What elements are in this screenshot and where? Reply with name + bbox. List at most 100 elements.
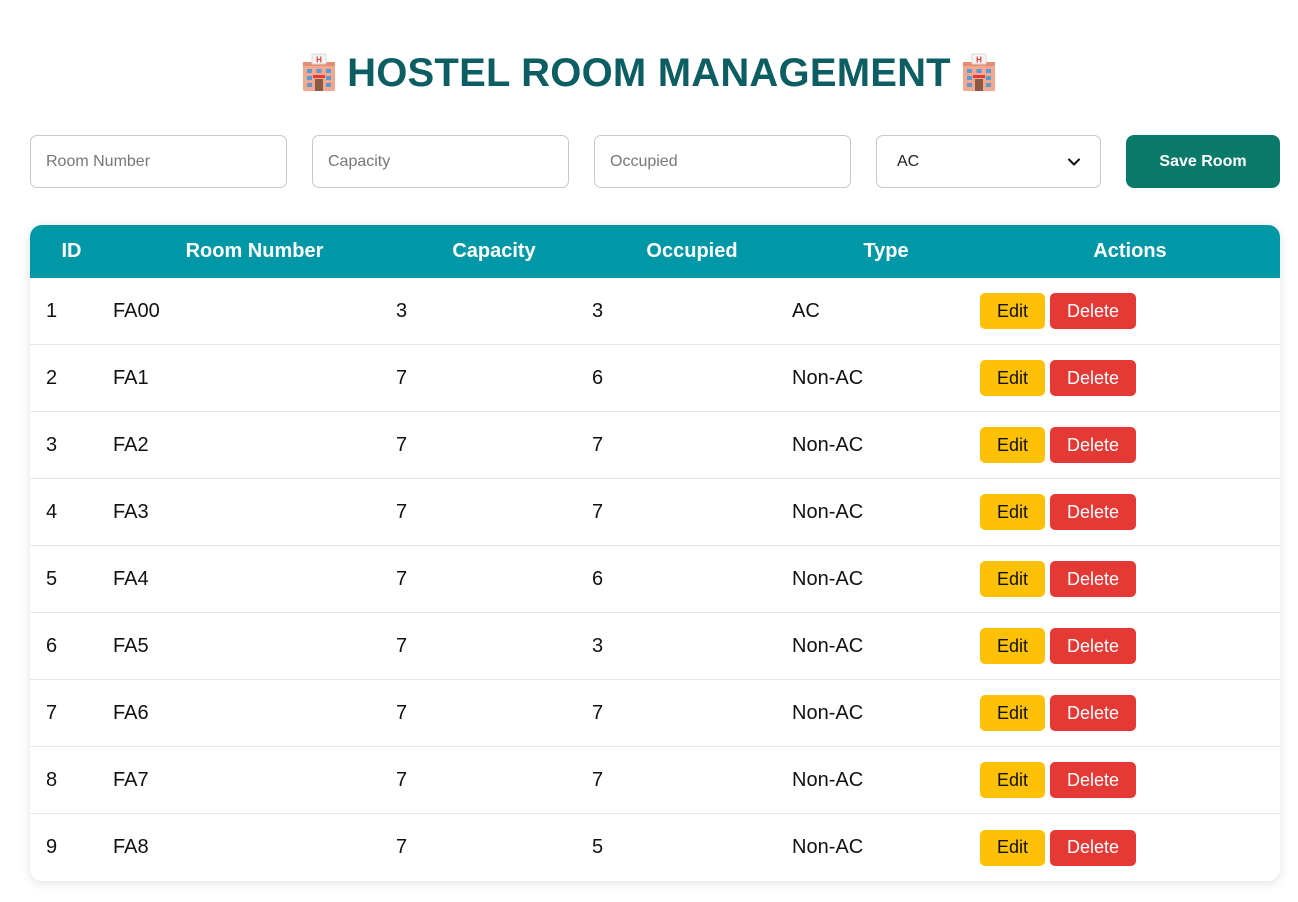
- cell-room-number: FA6: [113, 701, 149, 724]
- cell-room-number: FA00: [113, 299, 160, 322]
- cell-actions: Edit Delete: [980, 762, 1280, 798]
- column-header-room-number: Room Number: [185, 240, 324, 262]
- cell-id: 3: [46, 433, 58, 456]
- cell-actions: Edit Delete: [980, 695, 1280, 731]
- cell-capacity: 7: [396, 634, 408, 657]
- column-header-occupied: Occupied: [646, 240, 738, 262]
- cell-type: Non-AC: [792, 500, 864, 523]
- cell-occupied: 6: [592, 366, 604, 389]
- cell-type: Non-AC: [792, 701, 864, 724]
- cell-room-number: FA2: [113, 433, 149, 456]
- delete-button[interactable]: Delete: [1050, 762, 1136, 798]
- cell-capacity: 7: [396, 366, 408, 389]
- table-row: 3 FA2 7 7 Non-AC Edit Delete: [30, 412, 1280, 479]
- table-row: 6 FA5 7 3 Non-AC Edit Delete: [30, 613, 1280, 680]
- cell-capacity: 7: [396, 500, 408, 523]
- cell-capacity: 7: [396, 836, 408, 858]
- cell-occupied: 3: [592, 299, 604, 322]
- cell-capacity: 7: [396, 433, 408, 456]
- cell-actions: Edit Delete: [980, 360, 1280, 396]
- table-row: 8 FA7 7 7 Non-AC Edit Delete: [30, 747, 1280, 814]
- hotel-icon: H: [303, 53, 336, 91]
- cell-room-number: FA7: [113, 768, 149, 791]
- cell-id: 6: [46, 634, 58, 657]
- delete-button[interactable]: Delete: [1050, 427, 1136, 463]
- cell-occupied: 7: [592, 500, 604, 523]
- edit-button[interactable]: Edit: [980, 561, 1045, 597]
- cell-id: 2: [46, 366, 58, 389]
- cell-occupied: 3: [592, 634, 604, 657]
- cell-id: 5: [46, 567, 58, 590]
- delete-button[interactable]: Delete: [1050, 829, 1136, 866]
- delete-button[interactable]: Delete: [1050, 360, 1136, 396]
- edit-button[interactable]: Edit: [980, 360, 1045, 396]
- cell-room-number: FA5: [113, 634, 149, 657]
- table-row: 5 FA4 7 6 Non-AC Edit Delete: [30, 546, 1280, 613]
- cell-occupied: 7: [592, 768, 604, 791]
- cell-actions: Edit Delete: [980, 829, 1280, 866]
- cell-actions: Edit Delete: [980, 628, 1280, 664]
- delete-button[interactable]: Delete: [1050, 494, 1136, 530]
- cell-type: Non-AC: [792, 366, 864, 389]
- cell-capacity: 7: [396, 701, 408, 724]
- delete-button[interactable]: Delete: [1050, 293, 1136, 329]
- svg-text:H: H: [976, 56, 982, 65]
- edit-button[interactable]: Edit: [980, 427, 1045, 463]
- cell-actions: Edit Delete: [980, 561, 1280, 597]
- cell-occupied: 7: [592, 433, 604, 456]
- cell-occupied: 7: [592, 701, 604, 724]
- cell-room-number: FA8: [113, 836, 149, 858]
- delete-button[interactable]: Delete: [1050, 628, 1136, 664]
- cell-type: Non-AC: [792, 567, 864, 590]
- cell-type: AC: [792, 299, 820, 322]
- hostel-room-management-page: H HOSTEL ROOM MANAGEMENT H Room Number C…: [0, 0, 1298, 902]
- hotel-icon: H: [962, 53, 995, 91]
- capacity-input[interactable]: [312, 135, 569, 188]
- chevron-down-icon: [1068, 158, 1080, 165]
- column-header-type: Type: [863, 240, 909, 262]
- cell-actions: Edit Delete: [980, 293, 1280, 329]
- cell-capacity: 7: [396, 567, 408, 590]
- cell-id: 8: [46, 768, 58, 791]
- edit-button[interactable]: Edit: [980, 695, 1045, 731]
- cell-capacity: 7: [396, 768, 408, 791]
- edit-button[interactable]: Edit: [980, 829, 1045, 866]
- edit-button[interactable]: Edit: [980, 628, 1045, 664]
- delete-button[interactable]: Delete: [1050, 695, 1136, 731]
- edit-button[interactable]: Edit: [980, 762, 1045, 798]
- save-room-button[interactable]: Save Room: [1126, 135, 1280, 188]
- edit-button[interactable]: Edit: [980, 293, 1045, 329]
- page-heading: H HOSTEL ROOM MANAGEMENT H: [0, 48, 1298, 98]
- delete-button[interactable]: Delete: [1050, 561, 1136, 597]
- cell-occupied: 5: [592, 836, 604, 858]
- table-header: ID Room Number Capacity Occupied Type Ac…: [30, 225, 1280, 278]
- column-header-id: ID: [61, 240, 82, 262]
- table-row: 9 FA8 7 5 Non-AC Edit Delete: [30, 814, 1280, 881]
- cell-actions: Edit Delete: [980, 427, 1280, 463]
- room-number-input[interactable]: [30, 135, 287, 188]
- cell-occupied: 6: [592, 567, 604, 590]
- edit-button[interactable]: Edit: [980, 494, 1045, 530]
- occupied-input[interactable]: [594, 135, 851, 188]
- cell-id: 1: [46, 299, 58, 322]
- page-title: HOSTEL ROOM MANAGEMENT: [347, 50, 951, 95]
- rooms-table: ID Room Number Capacity Occupied Type Ac…: [30, 225, 1280, 881]
- cell-room-number: FA3: [113, 500, 149, 523]
- svg-text:H: H: [316, 56, 322, 65]
- column-header-actions: Actions: [1093, 240, 1167, 262]
- column-header-capacity: Capacity: [452, 240, 536, 262]
- table-row: 4 FA3 7 7 Non-AC Edit Delete: [30, 479, 1280, 546]
- cell-id: 4: [46, 500, 58, 523]
- cell-room-number: FA1: [113, 366, 149, 389]
- cell-type: Non-AC: [792, 768, 864, 791]
- table-row: 1 FA00 3 3 AC Edit Delete: [30, 278, 1280, 345]
- cell-capacity: 3: [396, 299, 408, 322]
- cell-id: 7: [46, 701, 58, 724]
- cell-actions: Edit Delete: [980, 494, 1280, 530]
- room-type-select[interactable]: AC: [876, 135, 1101, 188]
- cell-id: 9: [46, 836, 58, 858]
- room-type-selected-value: AC: [897, 152, 920, 170]
- cell-type: Non-AC: [792, 634, 864, 657]
- cell-type: Non-AC: [792, 836, 864, 858]
- table-row: 7 FA6 7 7 Non-AC Edit Delete: [30, 680, 1280, 747]
